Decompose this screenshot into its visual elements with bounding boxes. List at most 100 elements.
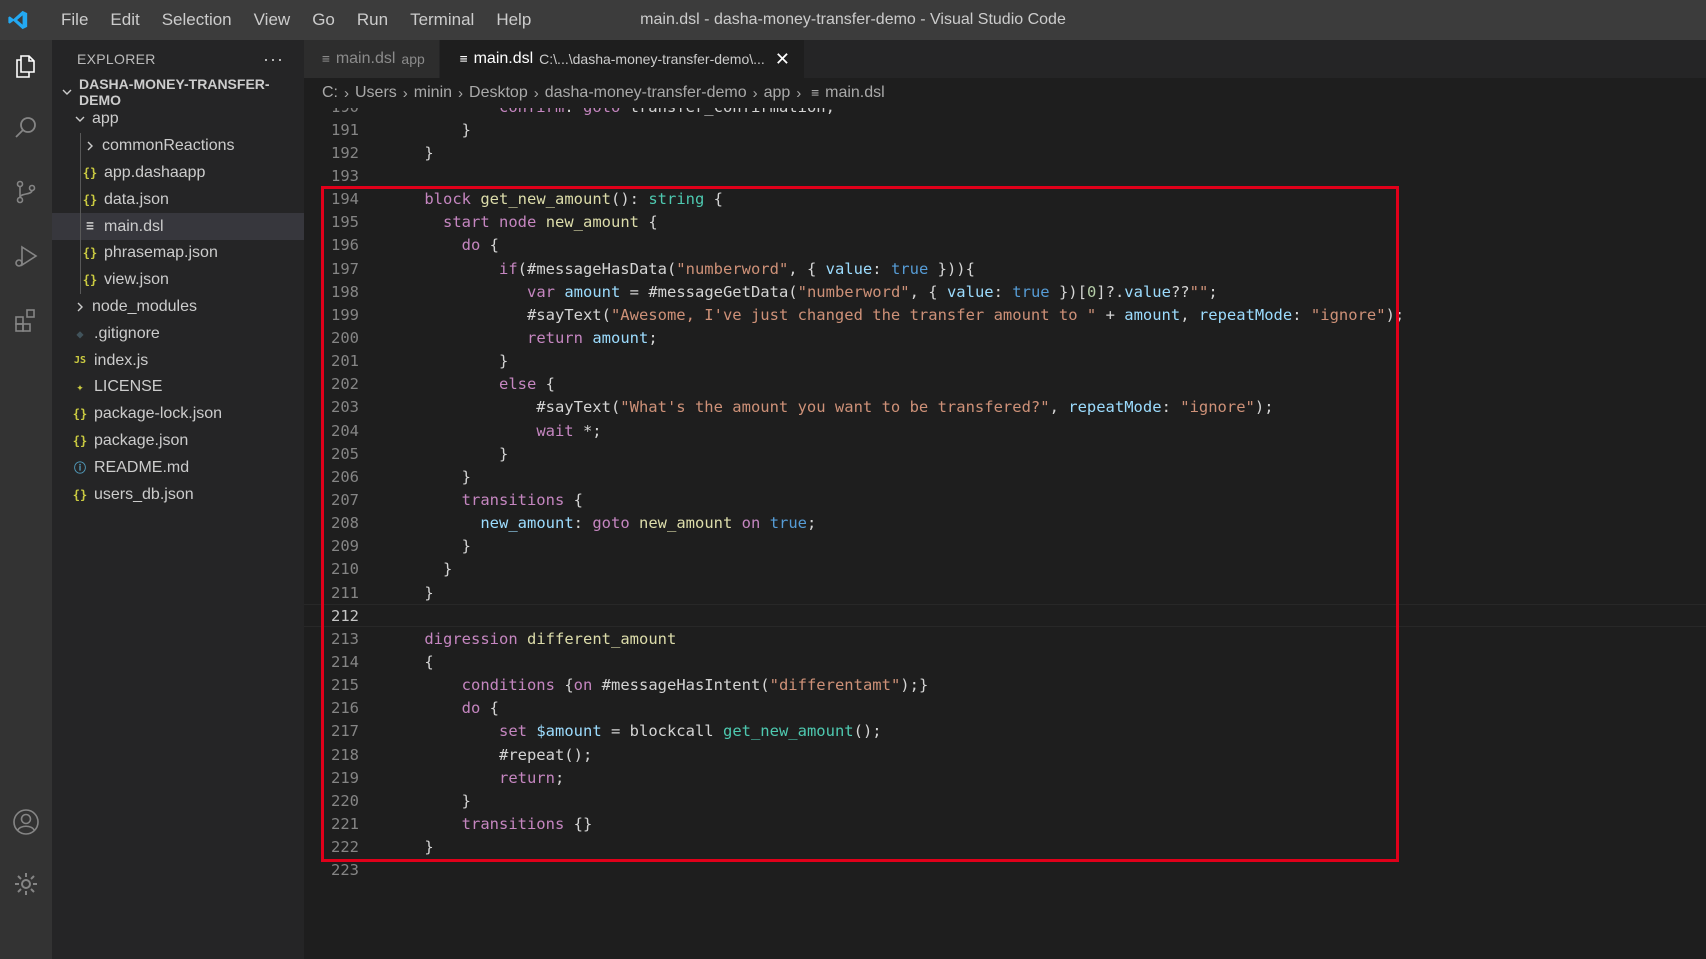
breadcrumb-item[interactable]: main.dsl [825,84,885,102]
menu-view[interactable]: View [243,0,302,40]
code-line: 192 } [304,141,1706,164]
tree-item[interactable]: ◆ .gitignore [52,320,304,347]
tree-item[interactable]: {} package-lock.json [52,401,304,428]
tree-item[interactable]: {} app.dashaapp [52,159,304,187]
accounts-icon[interactable] [0,796,52,848]
breadcrumb-item[interactable]: C: [322,84,338,102]
tab-description: app [401,51,425,67]
code-line: 194 block get_new_amount(): string { [304,188,1706,211]
code-text: #sayText("What's the amount you want to … [387,398,1274,417]
breadcrumb-item[interactable]: Desktop [469,84,528,102]
explorer-header: EXPLORER ··· [52,40,304,78]
code-editor[interactable]: 190 confirm: goto transfer_confirmation;… [304,108,1706,959]
code-text: #repeat(); [387,745,593,764]
more-actions-icon[interactable]: ··· [263,49,284,70]
code-text: return; [498,768,565,787]
file-json-icon: {} [82,165,98,180]
extensions-icon[interactable] [0,294,52,346]
tree-item[interactable]: node_modules [52,294,304,321]
tree-item-label: package-lock.json [94,405,223,423]
code-text: wait *; [536,421,602,440]
code-text: } [387,583,434,602]
file-tree: app commonReactions {} app.dashaapp {} data.j… [52,106,304,508]
file-json-icon: {} [72,487,88,502]
menu-go[interactable]: Go [301,0,346,40]
run-debug-icon[interactable] [0,230,52,282]
code-line: 208 new_amount: goto new_amount on true; [304,512,1706,535]
tree-item[interactable]: ⓘ README.md [52,454,304,481]
close-icon[interactable]: ✕ [775,49,790,70]
code-line: 212 [304,604,1706,627]
source-control-icon[interactable] [0,166,52,218]
line-number: 202 [331,375,359,394]
code-line: 200 return amount; [304,326,1706,349]
menu-selection[interactable]: Selection [151,0,243,40]
menu-terminal[interactable]: Terminal [399,0,485,40]
tree-item[interactable]: {} package.json [52,428,304,455]
tree-item[interactable]: JS index.js [52,347,304,374]
chevron-right-icon [82,138,98,154]
tree-item[interactable]: commonReactions [52,132,304,160]
tree-item-label: LICENSE [94,378,163,396]
tree-item-label: README.md [94,458,190,476]
explorer-icon[interactable] [0,40,52,92]
breadcrumb-item[interactable]: minin [414,84,452,102]
code-line: 191 } [304,118,1706,141]
code-text: do { [461,699,499,718]
indent-guide [80,239,81,267]
menu-edit[interactable]: Edit [99,0,150,40]
tree-item[interactable]: {} users_db.json [52,481,304,508]
manage-gear-icon[interactable] [0,858,52,910]
file-json-icon: {} [72,407,88,422]
indent-guide [80,266,81,294]
line-number: 219 [331,768,359,787]
file-js-icon: JS [73,355,87,367]
chevron-right-icon [72,299,88,315]
code-line: 197 if(#messageHasData("numberword", { v… [304,257,1706,280]
tab-main-dsl-active[interactable]: ≡ main.dsl C:\...\dasha-money-transfer-d… [439,40,805,78]
code-line: 220 } [304,789,1706,812]
menu-file[interactable]: File [50,0,99,40]
line-number: 194 [331,190,359,209]
tree-item[interactable]: {} phrasemap.json [52,239,304,267]
line-number: 214 [331,652,359,671]
line-number: 190 [304,108,359,116]
line-number: 208 [331,514,359,533]
menu-run[interactable]: Run [346,0,399,40]
menu-help[interactable]: Help [485,0,542,40]
code-text: } [387,537,471,556]
code-text: start node new_amount { [443,213,658,232]
code-line: 216 do { [304,697,1706,720]
code-line: 214 { [304,650,1706,673]
line-number: 195 [331,213,359,232]
tree-item[interactable]: ≡ main.dsl [52,213,304,240]
line-number: 212 [331,606,359,625]
breadcrumb: C: › Users › minin › Desktop › dasha-mon… [304,78,1706,108]
file-lines-icon: ≡ [86,219,94,235]
tree-item[interactable]: ✦ LICENSE [52,374,304,401]
code-line: 207 transitions { [304,488,1706,511]
line-number: 218 [331,745,359,764]
tab-main-dsl-app[interactable]: ≡ main.dsl app [304,40,440,78]
line-number: 217 [331,722,359,741]
breadcrumb-item[interactable]: dasha-money-transfer-demo [545,84,747,102]
code-line: 211 } [304,581,1706,604]
explorer-sidebar: EXPLORER ··· DASHA-MONEY-TRANSFER-DEMO a… [52,40,304,959]
tree-item[interactable]: app [52,106,304,133]
tree-item[interactable]: {} data.json [52,186,304,214]
code-text: } [387,120,471,139]
root-folder[interactable]: DASHA-MONEY-TRANSFER-DEMO [52,76,304,108]
breadcrumb-item[interactable]: app [764,84,791,102]
breadcrumb-item[interactable]: Users [355,84,397,102]
line-number: 199 [331,305,359,324]
code-text: } [387,791,471,810]
search-icon[interactable] [0,102,52,154]
line-number: 204 [331,421,359,440]
tree-item-label: .gitignore [94,324,160,342]
file-git-icon: ◆ [76,326,84,341]
tree-item-label: commonReactions [102,137,235,155]
tree-item[interactable]: {} view.json [52,266,304,294]
title-bar: File Edit Selection View Go Run Terminal… [0,0,1706,40]
activity-bar [0,40,52,959]
line-number: 221 [331,814,359,833]
